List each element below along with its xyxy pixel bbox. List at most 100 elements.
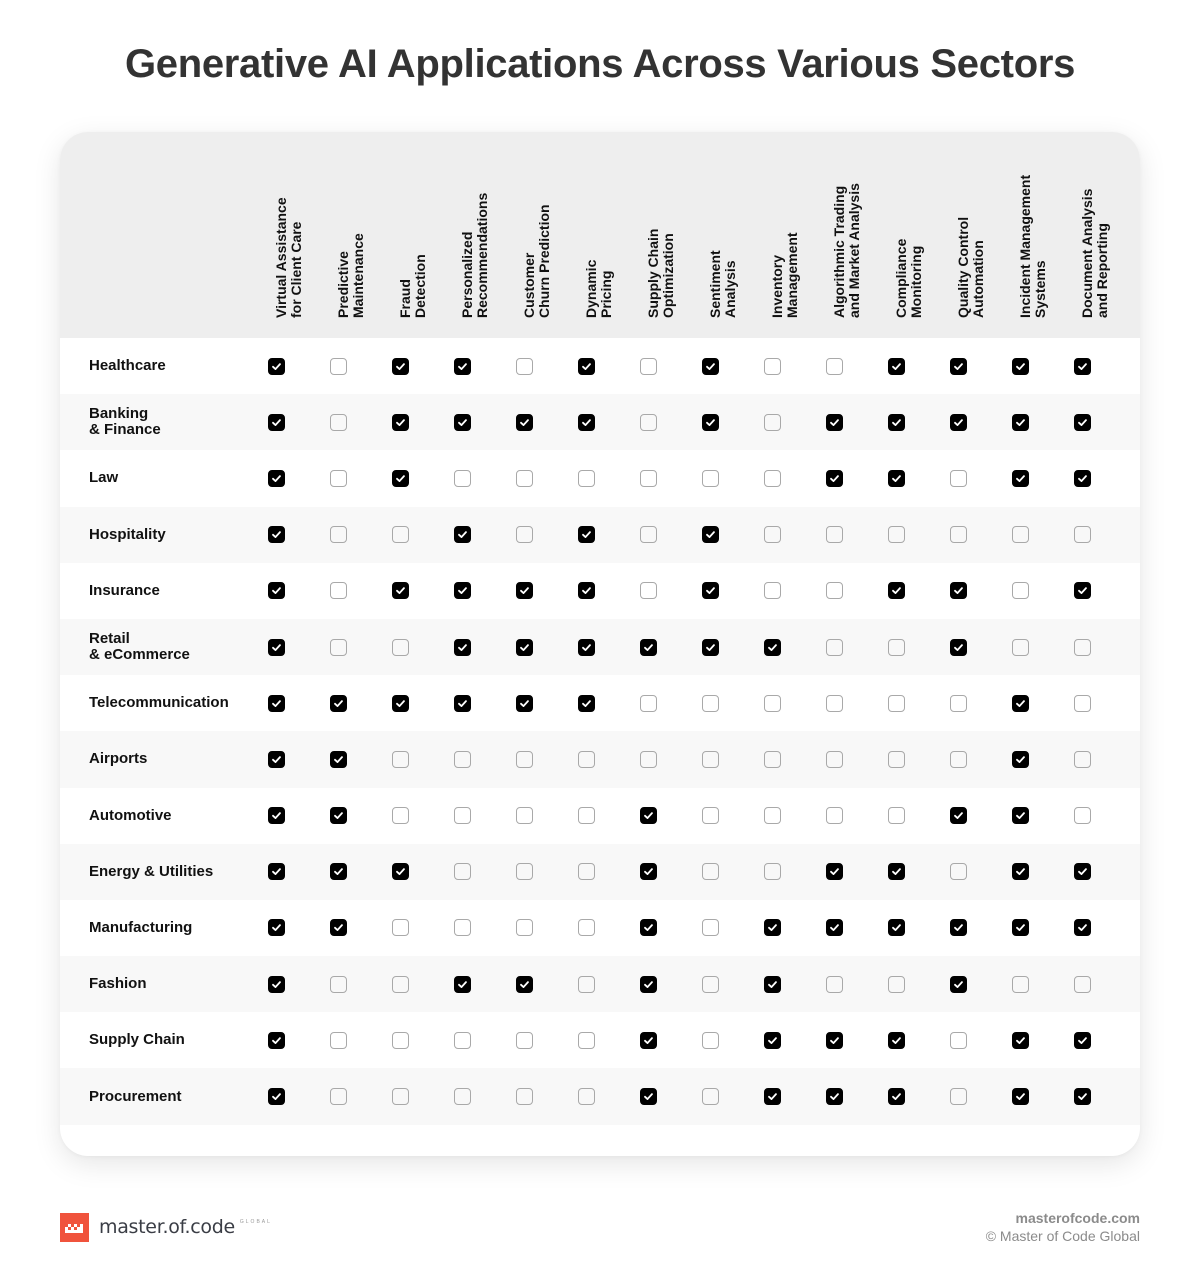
checkbox-unchecked[interactable] (453, 750, 471, 768)
checkbox-checked[interactable] (329, 750, 347, 768)
checkbox-checked[interactable] (825, 413, 843, 431)
checkbox-unchecked[interactable] (701, 975, 719, 993)
checkbox-unchecked[interactable] (453, 863, 471, 881)
checkbox-checked[interactable] (1011, 750, 1029, 768)
checkbox-unchecked[interactable] (329, 582, 347, 600)
checkbox-unchecked[interactable] (329, 526, 347, 544)
checkbox-unchecked[interactable] (1073, 638, 1091, 656)
checkbox-unchecked[interactable] (763, 357, 781, 375)
checkbox-checked[interactable] (887, 582, 905, 600)
checkbox-checked[interactable] (949, 919, 967, 937)
checkbox-checked[interactable] (391, 582, 409, 600)
checkbox-unchecked[interactable] (391, 919, 409, 937)
checkbox-unchecked[interactable] (887, 694, 905, 712)
checkbox-unchecked[interactable] (391, 750, 409, 768)
checkbox-checked[interactable] (1011, 1088, 1029, 1106)
checkbox-unchecked[interactable] (515, 807, 533, 825)
checkbox-checked[interactable] (949, 582, 967, 600)
checkbox-checked[interactable] (577, 413, 595, 431)
checkbox-checked[interactable] (639, 807, 657, 825)
checkbox-checked[interactable] (887, 357, 905, 375)
checkbox-checked[interactable] (1011, 863, 1029, 881)
checkbox-checked[interactable] (763, 1031, 781, 1049)
checkbox-unchecked[interactable] (515, 1031, 533, 1049)
checkbox-checked[interactable] (515, 413, 533, 431)
checkbox-unchecked[interactable] (515, 526, 533, 544)
checkbox-checked[interactable] (1073, 919, 1091, 937)
checkbox-unchecked[interactable] (825, 975, 843, 993)
checkbox-checked[interactable] (267, 863, 285, 881)
checkbox-checked[interactable] (1011, 413, 1029, 431)
checkbox-unchecked[interactable] (949, 1088, 967, 1106)
checkbox-unchecked[interactable] (887, 807, 905, 825)
checkbox-checked[interactable] (267, 638, 285, 656)
checkbox-unchecked[interactable] (329, 975, 347, 993)
checkbox-unchecked[interactable] (453, 807, 471, 825)
checkbox-checked[interactable] (763, 919, 781, 937)
checkbox-checked[interactable] (267, 1088, 285, 1106)
checkbox-checked[interactable] (825, 1088, 843, 1106)
checkbox-unchecked[interactable] (453, 919, 471, 937)
checkbox-unchecked[interactable] (763, 582, 781, 600)
checkbox-unchecked[interactable] (329, 1031, 347, 1049)
checkbox-checked[interactable] (1073, 413, 1091, 431)
checkbox-checked[interactable] (639, 638, 657, 656)
checkbox-unchecked[interactable] (453, 469, 471, 487)
checkbox-unchecked[interactable] (577, 863, 595, 881)
checkbox-unchecked[interactable] (639, 413, 657, 431)
site-link[interactable]: masterofcode.com (986, 1209, 1140, 1227)
checkbox-unchecked[interactable] (577, 1031, 595, 1049)
checkbox-checked[interactable] (701, 582, 719, 600)
checkbox-checked[interactable] (887, 863, 905, 881)
checkbox-checked[interactable] (949, 975, 967, 993)
checkbox-checked[interactable] (825, 919, 843, 937)
checkbox-unchecked[interactable] (391, 1031, 409, 1049)
checkbox-unchecked[interactable] (515, 750, 533, 768)
checkbox-checked[interactable] (1073, 582, 1091, 600)
checkbox-unchecked[interactable] (329, 469, 347, 487)
checkbox-checked[interactable] (1011, 694, 1029, 712)
checkbox-unchecked[interactable] (825, 807, 843, 825)
checkbox-checked[interactable] (515, 975, 533, 993)
checkbox-checked[interactable] (577, 694, 595, 712)
checkbox-unchecked[interactable] (329, 638, 347, 656)
checkbox-unchecked[interactable] (515, 469, 533, 487)
checkbox-checked[interactable] (825, 863, 843, 881)
checkbox-checked[interactable] (453, 413, 471, 431)
checkbox-checked[interactable] (391, 357, 409, 375)
checkbox-unchecked[interactable] (1073, 975, 1091, 993)
checkbox-checked[interactable] (453, 582, 471, 600)
checkbox-unchecked[interactable] (825, 357, 843, 375)
checkbox-unchecked[interactable] (825, 638, 843, 656)
checkbox-checked[interactable] (1011, 919, 1029, 937)
checkbox-checked[interactable] (639, 1088, 657, 1106)
checkbox-checked[interactable] (639, 1031, 657, 1049)
checkbox-unchecked[interactable] (515, 1088, 533, 1106)
checkbox-unchecked[interactable] (887, 638, 905, 656)
checkbox-unchecked[interactable] (515, 863, 533, 881)
checkbox-unchecked[interactable] (453, 1031, 471, 1049)
checkbox-unchecked[interactable] (391, 638, 409, 656)
checkbox-checked[interactable] (1011, 807, 1029, 825)
checkbox-unchecked[interactable] (329, 1088, 347, 1106)
checkbox-checked[interactable] (1011, 1031, 1029, 1049)
checkbox-unchecked[interactable] (949, 750, 967, 768)
checkbox-checked[interactable] (329, 919, 347, 937)
checkbox-unchecked[interactable] (577, 750, 595, 768)
checkbox-unchecked[interactable] (825, 582, 843, 600)
checkbox-checked[interactable] (453, 526, 471, 544)
checkbox-checked[interactable] (577, 526, 595, 544)
checkbox-checked[interactable] (949, 413, 967, 431)
checkbox-checked[interactable] (949, 638, 967, 656)
checkbox-checked[interactable] (453, 694, 471, 712)
checkbox-checked[interactable] (329, 807, 347, 825)
checkbox-checked[interactable] (267, 582, 285, 600)
checkbox-checked[interactable] (887, 1031, 905, 1049)
checkbox-checked[interactable] (577, 357, 595, 375)
checkbox-checked[interactable] (515, 694, 533, 712)
checkbox-unchecked[interactable] (949, 1031, 967, 1049)
checkbox-checked[interactable] (515, 638, 533, 656)
checkbox-unchecked[interactable] (1011, 582, 1029, 600)
checkbox-checked[interactable] (267, 357, 285, 375)
checkbox-unchecked[interactable] (329, 413, 347, 431)
